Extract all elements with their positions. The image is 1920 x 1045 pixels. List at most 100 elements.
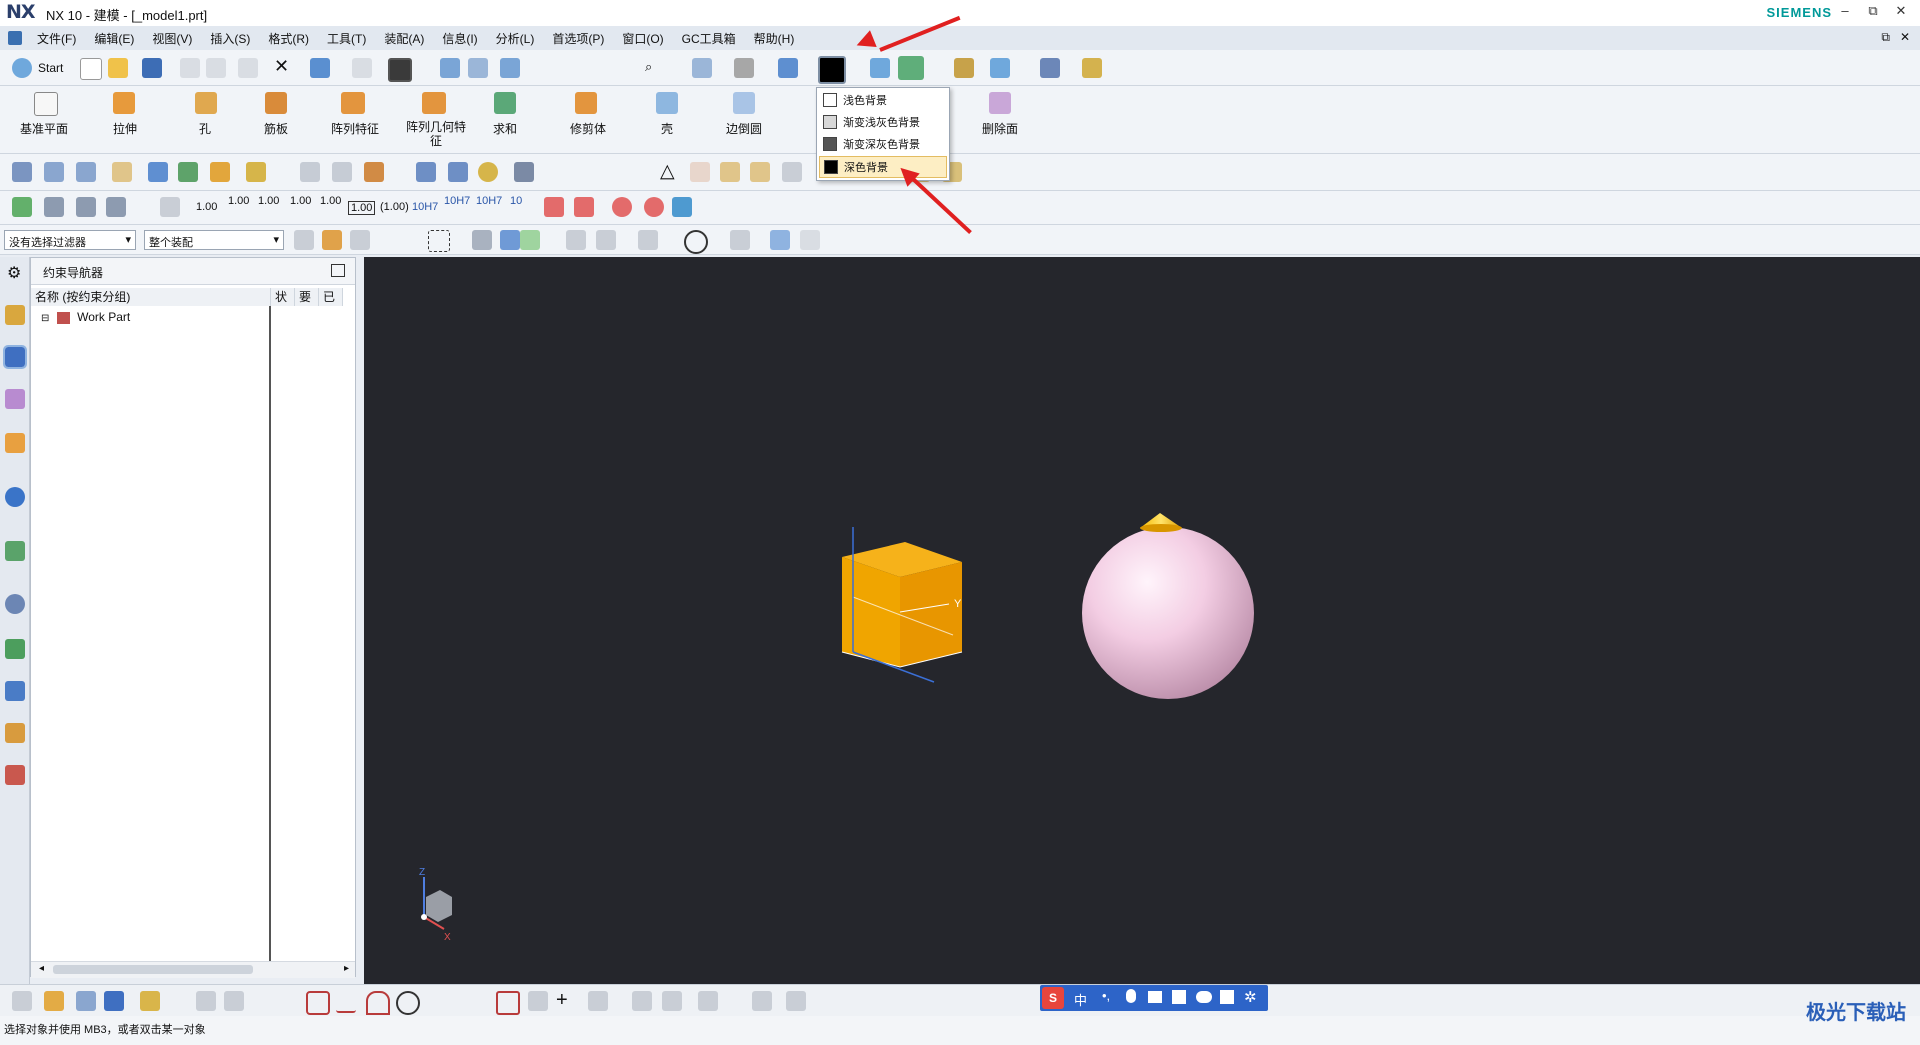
solid-filter-icon[interactable] [472, 230, 492, 250]
section-view-icon[interactable] [870, 58, 890, 78]
scroll-thumb[interactable] [53, 965, 253, 974]
paste-icon[interactable] [238, 58, 258, 78]
column-done[interactable]: 已 [319, 288, 343, 306]
trim-body-icon[interactable] [575, 92, 597, 114]
delete-icon[interactable]: ✕ [274, 56, 289, 77]
component-pattern-icon[interactable] [210, 162, 230, 182]
assembly-constraint-icon[interactable] [178, 162, 198, 182]
save-icon[interactable] [142, 58, 162, 78]
coordinate-icon[interactable] [106, 197, 126, 217]
hole-icon[interactable] [195, 92, 217, 114]
sphere-body[interactable] [1082, 527, 1254, 699]
visualization-icon[interactable] [5, 639, 25, 659]
offset-icon[interactable] [588, 991, 608, 1011]
point-icon[interactable]: + [556, 989, 568, 1012]
sketch-icon[interactable] [300, 162, 320, 182]
filter-reset-icon[interactable] [294, 230, 314, 250]
menu-gradient-light-gray-background[interactable]: 渐变浅灰色背景 [819, 112, 945, 132]
extrude-icon[interactable] [113, 92, 135, 114]
rib-button[interactable]: 筋板 [264, 120, 288, 137]
layer-icon[interactable] [468, 58, 488, 78]
dim-basic[interactable]: 1.00 [196, 201, 217, 213]
display-icon[interactable] [954, 58, 974, 78]
delete-face-button[interactable]: 删除面 [982, 120, 1018, 137]
menu-analysis[interactable]: 分析(L) [487, 30, 544, 47]
fit-view-icon[interactable] [692, 58, 712, 78]
keyboard-icon[interactable] [1148, 991, 1162, 1003]
shirt-icon[interactable] [1172, 990, 1186, 1004]
fit-tolerance-4[interactable]: 10 [510, 195, 522, 207]
clock-icon[interactable] [5, 594, 25, 614]
add-feature-icon[interactable] [44, 991, 64, 1011]
finish-sketch-icon[interactable] [224, 991, 244, 1011]
doc-close-icon[interactable]: ✕ [1900, 30, 1910, 44]
rectangle-select-icon[interactable] [428, 230, 450, 252]
thread-dim-icon[interactable] [574, 197, 594, 217]
menu-assembly[interactable]: 装配(A) [375, 30, 433, 47]
constraints-icon[interactable] [104, 991, 124, 1011]
chamfer-dim-icon[interactable] [544, 197, 564, 217]
trim-icon[interactable] [632, 991, 652, 1011]
roles-icon[interactable] [5, 723, 25, 743]
pattern-feature-icon[interactable] [341, 92, 365, 114]
move-face-icon[interactable] [76, 991, 96, 1011]
column-required[interactable]: 要 [295, 288, 319, 306]
deselect-icon[interactable] [350, 230, 370, 250]
fit-tolerance-2[interactable]: 10H7 [444, 195, 470, 207]
graphics-viewport[interactable]: Y Z X [364, 257, 1920, 984]
intersection-snap-icon[interactable] [638, 230, 658, 250]
datum-plane-icon[interactable] [34, 92, 58, 116]
history-icon[interactable] [5, 541, 25, 561]
minimize-button[interactable]: – [1834, 3, 1856, 21]
fit-tolerance-1[interactable]: 10H7 [412, 201, 438, 213]
datum-target-icon[interactable] [76, 197, 96, 217]
diameter-dim-icon[interactable] [612, 197, 632, 217]
pen-icon[interactable] [448, 162, 468, 182]
ime-mode-label[interactable]: 中 [1074, 990, 1087, 1009]
sketch-finish-icon[interactable] [12, 991, 32, 1011]
redo-icon[interactable] [352, 58, 372, 78]
table-snap-icon[interactable] [800, 230, 820, 250]
trim-body-button[interactable]: 修剪体 [570, 120, 606, 137]
surface-icon[interactable] [364, 162, 384, 182]
unite-button[interactable]: 求和 [493, 120, 517, 137]
unite-icon[interactable] [494, 92, 516, 114]
center-snap-icon[interactable] [684, 230, 708, 254]
constraint-navigator-icon[interactable] [3, 345, 27, 369]
grid-snap-icon[interactable] [770, 230, 790, 250]
menu-file[interactable]: 文件(F) [28, 30, 85, 47]
dim-boxed[interactable]: 1.00 [348, 201, 376, 215]
circle-icon[interactable] [396, 991, 420, 1015]
shell-icon[interactable] [656, 92, 678, 114]
reuse-library-icon[interactable] [5, 433, 25, 453]
assembly-navigator-icon[interactable] [12, 162, 32, 182]
work-view-icon[interactable] [898, 56, 924, 80]
undo-dim-icon[interactable] [672, 197, 692, 217]
coin-icon[interactable] [478, 162, 498, 182]
face-filter-icon[interactable] [500, 230, 520, 250]
system-materials-icon[interactable] [5, 681, 25, 701]
pattern-geometry-icon[interactable] [422, 92, 446, 114]
mirror-assembly-icon[interactable] [246, 162, 266, 182]
settings-icon[interactable]: ✲ [1244, 988, 1257, 1006]
menu-window[interactable]: 窗口(O) [613, 30, 672, 47]
dim-reference[interactable]: (1.00) [380, 201, 409, 213]
assembly-navigator-tab-icon[interactable] [5, 389, 25, 409]
snap-point-icon[interactable] [520, 230, 540, 250]
measure-distance-icon[interactable] [1040, 58, 1060, 78]
start-button[interactable]: Start [38, 61, 63, 75]
search-icon[interactable]: ⌕ [645, 59, 652, 75]
fit-tolerance-3[interactable]: 10H7 [476, 195, 502, 207]
dim-tolerance-2[interactable]: 1.00 [258, 195, 279, 207]
snap-icon[interactable] [440, 58, 460, 78]
arc-icon[interactable] [366, 991, 390, 1015]
menu-gc-toolbox[interactable]: GC工具箱 [673, 30, 745, 47]
gear-icon[interactable]: ⚙ [7, 263, 21, 283]
extend-icon[interactable] [662, 991, 682, 1011]
midpoint-snap-icon[interactable] [596, 230, 616, 250]
view-control-icon[interactable] [500, 58, 520, 78]
curve-icon[interactable] [332, 162, 352, 182]
menu-view[interactable]: 视图(V) [143, 30, 201, 47]
selection-filter-select[interactable]: 没有选择过滤器 ▾ [4, 230, 136, 250]
datum-plane-button[interactable]: 基准平面 [20, 120, 68, 137]
